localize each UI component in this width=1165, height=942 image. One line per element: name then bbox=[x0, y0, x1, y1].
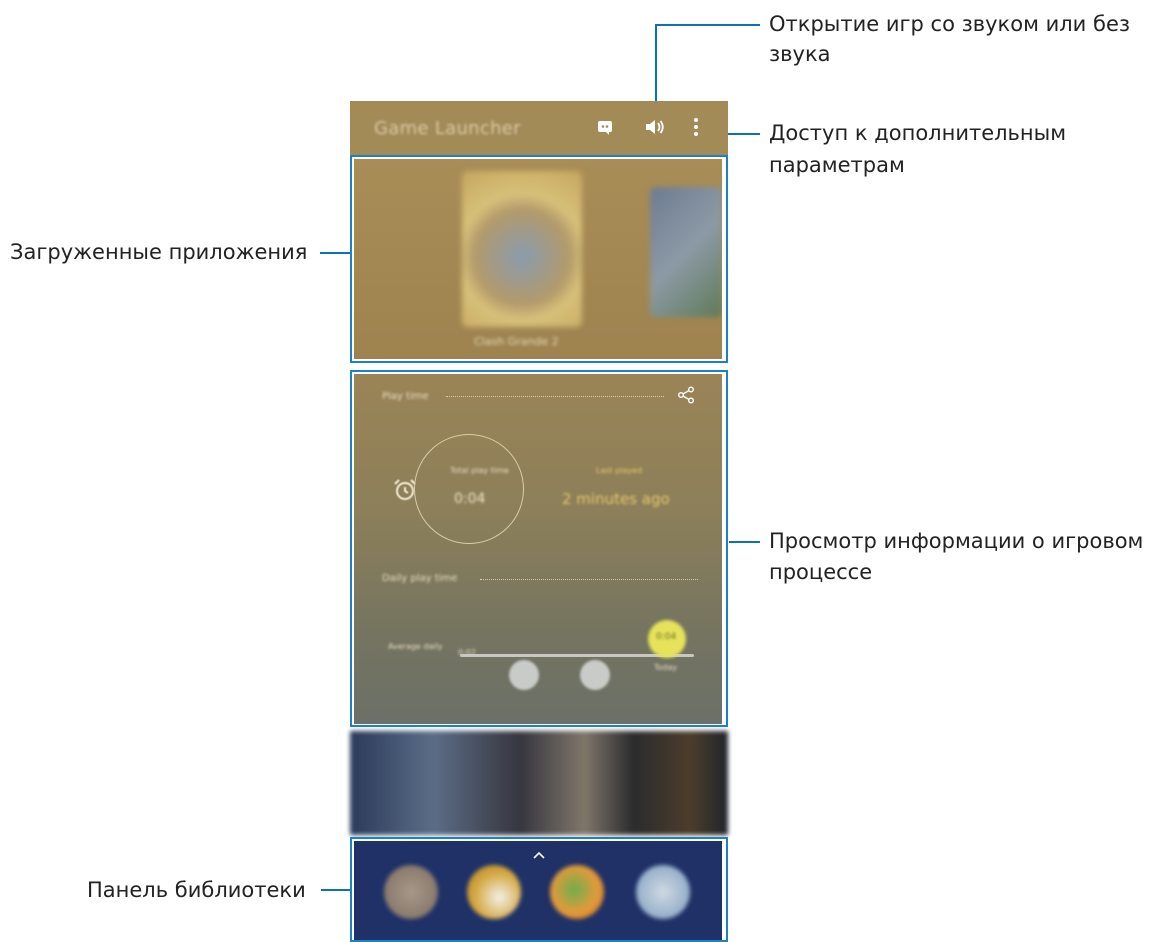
callout-sound-line2: звука bbox=[769, 42, 831, 66]
more-options-icon[interactable] bbox=[692, 117, 700, 142]
volume-icon[interactable] bbox=[644, 118, 666, 141]
callout-info-line1: Просмотр информации о игровом bbox=[769, 529, 1144, 553]
discord-icon[interactable] bbox=[596, 118, 614, 141]
callout-options-line2: параметрам bbox=[769, 153, 905, 177]
callout-options-line1: Доступ к дополнительным bbox=[769, 121, 1067, 145]
callout-sound-line1: Открытие игр со звуком или без bbox=[769, 12, 1131, 36]
callout-installed-apps: Загруженные приложения bbox=[10, 240, 308, 264]
sound-callout-horizontal bbox=[655, 24, 760, 26]
installed-apps-callout-line bbox=[320, 252, 351, 254]
callout-library-panel: Панель библиотеки bbox=[87, 878, 306, 902]
library-callout-line bbox=[321, 889, 352, 891]
play-statistics-highlight bbox=[350, 370, 728, 727]
app-title: Game Launcher bbox=[374, 118, 521, 139]
app-bar: Game Launcher bbox=[350, 101, 728, 155]
game-launcher-screen: Game Launcher Clash Grande 2 Play time T… bbox=[350, 101, 728, 942]
library-panel-highlight bbox=[350, 837, 728, 942]
installed-games-highlight bbox=[350, 155, 728, 363]
game-media-banner[interactable] bbox=[350, 731, 728, 835]
callout-info-line2: процессе bbox=[769, 560, 873, 584]
info-callout-line bbox=[729, 541, 760, 543]
